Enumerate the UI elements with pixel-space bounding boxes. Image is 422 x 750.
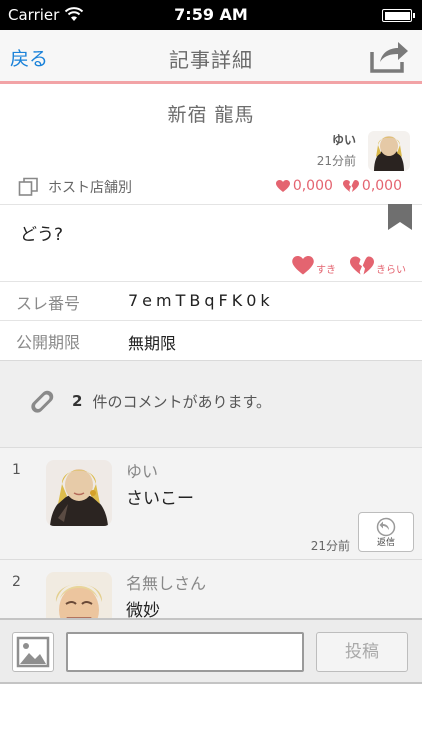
post-title: 新宿 龍馬 xyxy=(167,104,255,126)
comment-item: 1 ゆい さいこー 21分前 返信 xyxy=(0,447,422,559)
reaction-counts: 0,000 0,000 xyxy=(275,178,402,194)
comment-summary-text: 件のコメントがあります。 xyxy=(92,392,271,411)
attach-image-button[interactable] xyxy=(12,632,54,672)
thread-id-row: スレ番号 7emTBqFK0k xyxy=(0,282,422,320)
comment-text: さいこー xyxy=(126,489,194,509)
compose-bar: 投稿 xyxy=(0,618,422,684)
post-body: どう? xyxy=(20,225,64,245)
reaction-buttons: すき きらい xyxy=(278,255,406,276)
clock: 7:59 AM xyxy=(174,5,248,24)
comment-time: 21分前 xyxy=(310,539,350,553)
pencil-icon xyxy=(31,390,54,413)
page-title: 記事詳細 xyxy=(169,48,253,72)
status-bar: Carrier 7:59 AM xyxy=(0,0,422,30)
heart-icon xyxy=(275,179,290,192)
thread-id-label: スレ番号 xyxy=(16,294,81,313)
expiry-row: 公開期限 無期限 xyxy=(0,321,422,359)
expiry-label: 公開期限 xyxy=(16,333,81,352)
dislike-label: きらい xyxy=(376,265,406,276)
broken-heart-icon xyxy=(350,256,374,275)
comments-section: 2 件のコメントがあります。 1 ゆい さいこー 21分前 返信 2 名無しさん… xyxy=(0,360,422,621)
author-name: ゆい xyxy=(331,133,356,147)
comment-count: 2 xyxy=(72,392,83,410)
comment-index: 1 xyxy=(12,462,21,478)
dislike-button[interactable]: きらい xyxy=(350,255,406,276)
category[interactable]: ホスト店舗別 xyxy=(18,176,132,198)
image-icon xyxy=(16,636,50,668)
share-icon[interactable] xyxy=(368,38,410,74)
commenter-name: 名無しさん xyxy=(126,574,207,593)
reply-button[interactable]: 返信 xyxy=(358,512,414,552)
commenter-avatar[interactable] xyxy=(46,460,112,526)
avatar-image xyxy=(46,460,112,526)
divider xyxy=(0,204,422,205)
dislike-count: 0,000 xyxy=(361,178,402,194)
like-button[interactable]: すき xyxy=(292,256,336,276)
comment-item: 2 名無しさん 微妙 xyxy=(0,559,422,621)
post-button[interactable]: 投稿 xyxy=(316,632,408,672)
nav-bar: 戻る 記事詳細 xyxy=(0,30,422,84)
commenter-avatar[interactable] xyxy=(46,572,112,620)
author-avatar[interactable] xyxy=(368,131,410,171)
post-time: 21分前 xyxy=(316,154,356,168)
commenter-name: ゆい xyxy=(126,462,159,481)
battery-icon xyxy=(382,9,415,22)
avatar-image xyxy=(368,131,410,171)
copy-icon xyxy=(18,177,38,196)
like-count: 0,000 xyxy=(292,178,333,194)
category-label: ホスト店舗別 xyxy=(48,180,132,196)
bookmark-icon[interactable] xyxy=(388,204,412,230)
comment-input[interactable] xyxy=(66,632,304,672)
reply-label: 返信 xyxy=(376,538,395,548)
broken-heart-icon xyxy=(342,180,359,192)
avatar-image xyxy=(46,572,112,620)
expiry-value: 無期限 xyxy=(128,334,177,353)
comment-index: 2 xyxy=(12,574,21,590)
heart-icon xyxy=(292,256,314,275)
comment-summary: 2 件のコメントがあります。 xyxy=(26,385,271,417)
like-label: すき xyxy=(316,265,336,276)
thread-id-value: 7emTBqFK0k xyxy=(128,291,274,310)
reply-icon xyxy=(376,517,396,537)
